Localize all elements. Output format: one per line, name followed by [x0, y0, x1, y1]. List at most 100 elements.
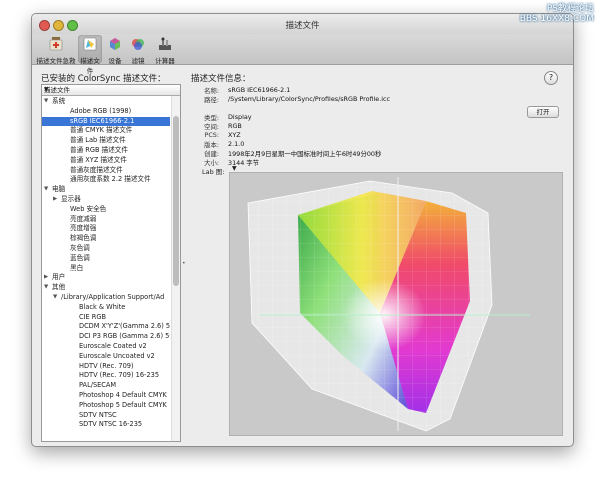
profile-tree-row[interactable]: SDTV NTSC 16-235	[42, 420, 170, 430]
profile-list-scrollbar[interactable]	[171, 96, 180, 441]
profile-tree-row[interactable]: SDTV NTSC	[42, 411, 170, 421]
profile-tree-row[interactable]: ▶ 显示器	[42, 195, 170, 205]
toolbar-devices[interactable]: 设备	[106, 35, 124, 65]
profile-tree-row[interactable]: Euroscale Uncoated v2	[42, 352, 170, 362]
profile-tree-row[interactable]: DCI P3 RGB (Gamma 2.6) 5900	[42, 332, 170, 342]
profile-tree-row-label: 电脑	[52, 185, 66, 194]
profile-tree[interactable]: 描述文件 ▼ ▼ 系统 Adobe RGB (1998) sRGB IEC61966-…	[41, 84, 181, 442]
profile-tree-row[interactable]: ▼ /Library/Application Support/Ad	[42, 293, 170, 303]
lab-gamut-plot[interactable]	[229, 172, 563, 436]
profile-tree-row-label: sRGB IEC61966-2.1	[70, 116, 135, 125]
profile-tree-row[interactable]: 普通灰度描述文件	[42, 166, 170, 176]
profile-tree-row-label: 普通 CMYK 描述文件	[70, 126, 133, 135]
profile-tree-row[interactable]: ▶ 用户	[42, 273, 170, 283]
installed-profiles-label: 已安装的 ColorSync 描述文件：	[41, 74, 166, 84]
profile-tree-row[interactable]: 普通 Lab 描述文件	[42, 136, 170, 146]
profile-tree-row[interactable]: ▼ 电脑	[42, 185, 170, 195]
chevron-down-icon: ▼	[44, 86, 49, 93]
profile-tree-row-label: Photoshop 4 Default CMYK	[79, 390, 167, 399]
colorsync-window: 描述文件 描述文件急救 描述文件 设备 滤镜 计算器 已安装的 ColorSyn…	[31, 13, 574, 447]
toolbar: 描述文件急救 描述文件 设备 滤镜 计算器	[32, 34, 573, 75]
profile-tree-row[interactable]: CIE RGB	[42, 313, 170, 323]
profile-tree-row[interactable]: 亮度增强	[42, 224, 170, 234]
toolbar-profiles[interactable]: 描述文件	[78, 35, 102, 75]
profile-tree-row[interactable]: ▼ 其他	[42, 283, 170, 293]
disclosure-closed-icon[interactable]: ▶	[53, 195, 57, 205]
profile-tree-row-label: DCI P3 RGB (Gamma 2.6) 5900	[79, 332, 170, 341]
profile-tree-row[interactable]: Photoshop 5 Default CMYK	[42, 401, 170, 411]
plot-mode-dropdown[interactable]: ▼	[232, 165, 237, 172]
profile-tree-row[interactable]: 棕褐色调	[42, 234, 170, 244]
profile-tree-row[interactable]: DCDM X'Y'Z'(Gamma 2.6) 5900	[42, 322, 170, 332]
profile-tree-row-label: 显示器	[61, 194, 81, 203]
watermark: PS教程论坛 BBS.16XX8.COM	[519, 4, 594, 24]
calculator-icon	[159, 37, 171, 50]
profile-tree-row[interactable]: 普通 XYZ 描述文件	[42, 156, 170, 166]
devices-icon	[110, 38, 120, 50]
profile-tree-row[interactable]: HDTV (Rec. 709) 16-235	[42, 371, 170, 381]
profile-tree-row-label: 普通 Lab 描述文件	[70, 136, 126, 145]
profile-info-label: 描述文件信息：	[191, 74, 251, 84]
window-title: 描述文件	[285, 21, 320, 31]
profile-tree-row-label: Adobe RGB (1998)	[70, 106, 132, 115]
profile-tree-row[interactable]: Black & White	[42, 303, 170, 313]
profile-tree-row-label: HDTV (Rec. 709)	[79, 361, 134, 370]
toolbar-filters[interactable]: 滤镜	[128, 35, 148, 65]
profile-tree-row[interactable]: 亮度减弱	[42, 215, 170, 225]
profile-tree-row[interactable]: 蓝色调	[42, 254, 170, 264]
profile-list: ▼ 系统 Adobe RGB (1998) sRGB IEC61966-2.1 普通 C…	[42, 97, 170, 430]
split-view-handle[interactable]: •	[182, 260, 186, 267]
profile-tree-row-label: 普通 RGB 描述文件	[70, 145, 128, 154]
profile-tree-row[interactable]: Adobe RGB (1998)	[42, 107, 170, 117]
profile-tree-row[interactable]: 普通 RGB 描述文件	[42, 146, 170, 156]
profiles-icon	[83, 37, 97, 51]
profile-tree-row[interactable]: sRGB IEC61966-2.1	[42, 116, 170, 127]
profile-tree-row[interactable]: 灰色调	[42, 244, 170, 254]
profile-tree-row-label: 普通灰度描述文件	[70, 165, 123, 174]
disclosure-open-icon[interactable]: ▼	[44, 283, 48, 293]
toolbar-calculator[interactable]: 计算器	[152, 35, 178, 65]
gamut-3d-view	[247, 177, 530, 432]
profile-tree-row-label: 棕褐色调	[70, 234, 97, 243]
help-button[interactable]: ?	[544, 71, 558, 85]
profile-tree-row-label: Black & White	[79, 302, 126, 311]
profile-tree-row[interactable]: PAL/SECAM	[42, 381, 170, 391]
profile-tree-row[interactable]: Photoshop 4 Default CMYK	[42, 391, 170, 401]
profile-tree-row-label: 普通 XYZ 描述文件	[70, 155, 127, 164]
profile-tree-row-label: 蓝色调	[70, 253, 90, 262]
open-button[interactable]: 打开	[527, 106, 559, 118]
profile-tree-row-label: PAL/SECAM	[79, 381, 117, 390]
profile-tree-row[interactable]: Web 安全色	[42, 205, 170, 215]
toolbar-first-aid[interactable]: 描述文件急救	[36, 35, 76, 65]
profile-tree-row-label: /Library/Application Support/Ad	[61, 292, 165, 301]
profile-tree-row-label: 通用灰度系数 2.2 描述文件	[70, 175, 151, 184]
profile-tree-row-label: 灰色调	[70, 243, 90, 252]
filters-icon	[132, 39, 144, 50]
disclosure-open-icon[interactable]: ▼	[44, 97, 48, 107]
lab-plot-label: Lab 图:	[202, 168, 225, 176]
profile-tree-row[interactable]: 通用灰度系数 2.2 描述文件	[42, 175, 170, 185]
profile-tree-row-label: 其他	[52, 283, 66, 292]
profile-tree-row[interactable]: 普通 CMYK 描述文件	[42, 126, 170, 136]
title-bar: 描述文件	[32, 14, 573, 35]
profile-tree-row-label: 亮度减弱	[70, 214, 97, 223]
scrollbar-thumb[interactable]	[173, 116, 179, 286]
profile-tree-row-label: 亮度增强	[70, 224, 97, 233]
profile-tree-row[interactable]: 黑白	[42, 264, 170, 274]
profile-tree-row-label: 用户	[52, 273, 66, 282]
profile-tree-row-label: Euroscale Coated v2	[79, 341, 147, 350]
disclosure-closed-icon[interactable]: ▶	[44, 273, 48, 283]
profile-filter-combo[interactable]: 描述文件 ▼	[42, 85, 180, 96]
profile-tree-row[interactable]: HDTV (Rec. 709)	[42, 362, 170, 372]
profile-tree-row-label: SDTV NTSC	[79, 410, 117, 419]
profile-tree-row[interactable]: ▼ 系统	[42, 97, 170, 107]
profile-tree-row-label: Web 安全色	[70, 204, 107, 213]
profile-tree-row-label: CIE RGB	[79, 312, 107, 321]
profile-tree-row-label: Photoshop 5 Default CMYK	[79, 400, 167, 409]
first-aid-icon	[49, 37, 63, 51]
profile-tree-row[interactable]: Euroscale Coated v2	[42, 342, 170, 352]
profile-tree-row-label: SDTV NTSC 16-235	[79, 420, 143, 429]
disclosure-open-icon[interactable]: ▼	[53, 293, 57, 303]
disclosure-open-icon[interactable]: ▼	[44, 185, 48, 195]
profile-tree-row-label: 黑白	[70, 263, 84, 272]
